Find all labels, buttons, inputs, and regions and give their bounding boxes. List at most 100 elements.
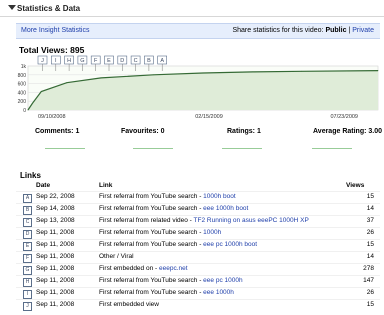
row-views: 15 [366,193,374,200]
marker-label: C [134,58,138,64]
y-tick-label: 200 [18,99,27,105]
separator: | [348,27,351,34]
row-marker: C [23,218,32,227]
marker-label: G [80,58,84,64]
table-row: C Sep 13, 2008 First referral from related… [16,215,380,227]
row-link[interactable]: eee pc 1000h boot [203,241,257,248]
row-views: 15 [366,241,374,248]
table-row: G Sep 11, 2008 First embedded on - eeepc.n… [16,263,380,275]
row-description: First referral from related video - TF2 … [99,217,309,224]
data-point [377,70,379,71]
row-text: First embedded on - [99,265,159,272]
row-description: First referral from YouTube search - eee… [99,241,257,248]
share-prefix: Share statistics for this video: [232,27,324,34]
data-point [40,91,42,92]
row-description: First referral from YouTube search - eee… [99,277,243,284]
row-marker: D [23,230,32,239]
y-tick-label: 600 [18,82,27,88]
stat-label: Favourites: 0 [121,128,165,135]
row-marker: F [23,254,32,263]
row-description: First embedded view [99,301,159,308]
stat-sparkline [312,148,352,149]
x-tick-label: 07/23/2009 [330,114,358,120]
data-point [301,70,302,72]
row-views: 278 [363,265,374,272]
row-link[interactable]: eee 1000h [203,289,234,296]
marker-label: B [147,58,151,64]
y-tick-label: 400 [18,90,27,96]
data-point [100,77,102,79]
data-point [152,74,154,76]
column-date: Date [36,182,51,189]
data-point [252,71,254,73]
row-date: Sep 13, 2008 [36,217,75,224]
row-date: Sep 11, 2008 [36,277,75,284]
row-date: Sep 11, 2008 [36,265,75,272]
row-description: First embedded on - eeepc.net [99,265,188,272]
views-chart: 1k8006004002000J I H G F E D C B A09/10/2008 02/15… [18,55,379,120]
collapse-triangle-icon[interactable] [8,5,16,10]
row-text: First referral from related video - [99,217,194,224]
row-date: Sep 11, 2008 [36,241,75,248]
row-marker: B [23,206,32,215]
stat-sparkline [45,148,85,149]
row-text: Other / Viral [99,253,134,260]
table-row: A Sep 22, 2008 First referral from YouTube… [16,191,380,203]
row-views: 14 [366,205,374,212]
row-marker: J [23,302,32,311]
row-link[interactable]: eee 1000h boot [203,205,248,212]
stat-label: Comments: 1 [35,128,80,135]
column-views: Views [346,182,365,189]
row-text: First referral from YouTube search - [99,205,204,212]
row-date: Sep 11, 2008 [36,253,75,260]
y-tick-label: 1k [21,64,27,70]
row-link[interactable]: eee pc 1000h [203,277,242,284]
row-description: First referral from YouTube search - 100… [99,229,221,236]
row-views: 147 [363,277,374,284]
row-views: 26 [366,229,374,236]
row-views: 37 [366,217,374,224]
row-marker: E [23,242,32,251]
row-marker: H [23,278,32,287]
row-link[interactable]: 1000h [203,229,221,236]
row-link[interactable]: eeepc.net [159,265,188,272]
links-title: Links [20,171,41,180]
row-description: Other / Viral [99,253,134,260]
row-views: 15 [366,301,374,308]
stat-label: Average Rating: 3.00 [313,128,382,135]
row-date: Sep 11, 2008 [36,289,75,296]
row-link[interactable]: 1000h boot [203,193,236,200]
x-tick-label: 09/10/2008 [38,114,66,120]
table-row: I Sep 11, 2008 First referral from YouTube… [16,287,380,299]
row-text: First referral from YouTube search - [99,241,204,248]
marker-label: D [120,58,124,64]
row-text: First embedded view [99,301,159,308]
row-description: First referral from YouTube search - eee… [99,289,234,296]
marker-label: J [41,58,44,64]
private-option[interactable]: Private [352,27,374,34]
table-row: D Sep 11, 2008 First referral from YouTube… [16,227,380,239]
row-text: First referral from YouTube search - [99,193,204,200]
row-views: 14 [366,253,374,260]
row-text: First referral from YouTube search - [99,289,204,296]
more-insight-link[interactable]: More Insight Statistics [21,27,89,34]
row-text: First referral from YouTube search - [99,229,204,236]
stat-sparkline [133,148,173,149]
row-date: Sep 11, 2008 [36,229,75,236]
divider [0,16,384,17]
table-row: E Sep 11, 2008 First referral from YouTube… [16,239,380,251]
marker-label: H [67,58,71,64]
row-marker: G [23,266,32,275]
row-description: First referral from YouTube search - 100… [99,193,236,200]
marker-label: A [160,58,164,64]
x-tick-label: 02/15/2009 [195,114,223,120]
row-date: Sep 22, 2008 [36,193,75,200]
data-point [202,72,204,74]
row-description: First referral from YouTube search - eee… [99,205,248,212]
marker-label: E [107,58,111,64]
y-tick-label: 800 [18,73,27,79]
row-text: First referral from YouTube search - [99,277,204,284]
section-header[interactable]: Statistics & Data [0,0,384,18]
row-link[interactable]: TF2 Running on asus eeePC 1000H XP [194,217,309,224]
public-option[interactable]: Public [325,27,346,34]
